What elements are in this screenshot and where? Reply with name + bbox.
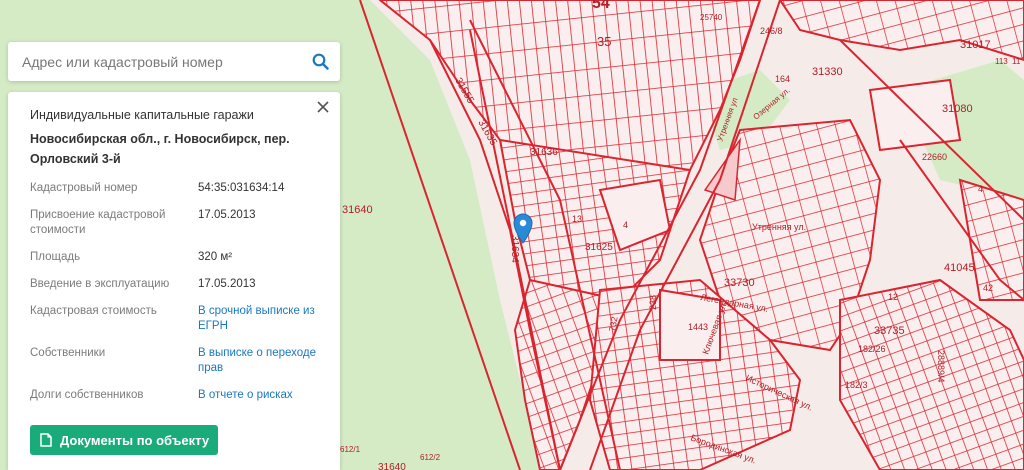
row-label: Долги собственников (30, 389, 144, 401)
map-label: 238 (648, 295, 658, 310)
map-label: 12 (888, 292, 898, 302)
map-label: 612/2 (420, 453, 441, 462)
owner-debts-link[interactable]: В отчете о рисках (198, 388, 318, 403)
map-label: 25740 (700, 13, 723, 22)
map-label: Утренняя ул. (752, 222, 806, 232)
search-bar (8, 42, 340, 81)
map-label: 182/26 (858, 344, 886, 354)
info-row-owners: Собственники В выписке о переходе прав (30, 346, 318, 376)
row-label: Введение в эксплуатацию (30, 278, 170, 290)
map-label: 31640 (342, 204, 373, 216)
map-label: 22660 (922, 152, 947, 162)
map-label: 612/1 (340, 445, 361, 454)
object-info-panel: Индивидуальные капитальные гаражи Новоси… (8, 92, 340, 470)
row-value: 54:35:031634:14 (198, 182, 285, 194)
row-value: 320 м² (198, 251, 233, 263)
info-row-commissioning: Введение в эксплуатацию 17.05.2013 (30, 277, 318, 292)
row-label: Кадастровый номер (30, 182, 138, 194)
map-label: 35 (597, 34, 611, 49)
row-value: 17.05.2013 (198, 278, 256, 290)
map-label: 31625 (585, 242, 613, 253)
map-label: 33735 (874, 325, 905, 337)
map-label: 11 (1012, 57, 1021, 66)
object-address: Новосибирская обл., г. Новосибирск, пер.… (30, 132, 290, 166)
info-row-area: Площадь 320 м² (30, 250, 318, 265)
map-label: 113 (995, 57, 1008, 66)
search-button[interactable] (300, 42, 340, 81)
info-row-cadastral-value: Кадастровая стоимость В срочной выписке … (30, 304, 318, 334)
object-type: Индивидуальные капитальные гаражи (30, 108, 254, 122)
map-label: 42 (983, 283, 993, 293)
owners-link[interactable]: В выписке о переходе прав (198, 346, 318, 376)
map-label: 31636 (530, 147, 558, 158)
row-label: Присвоение кадастровой стоимости (30, 209, 166, 236)
map-label: 4 (978, 184, 983, 194)
map-label: 13 (572, 214, 582, 224)
map-label: 31330 (812, 66, 843, 78)
row-label: Площадь (30, 251, 81, 263)
close-button[interactable] (314, 98, 332, 116)
info-row-valuation-date: Присвоение кадастровой стоимости 17.05.2… (30, 208, 318, 238)
info-row-cadastral-number: Кадастровый номер 54:35:031634:14 (30, 181, 318, 196)
map-label: 31634 (509, 235, 520, 263)
cadastral-value-link[interactable]: В срочной выписке из ЕГРН (198, 304, 318, 334)
map-label: 31017 (960, 39, 991, 51)
document-icon (40, 433, 52, 447)
documents-button[interactable]: Документы по объекту (30, 425, 218, 455)
map-label: 4 (623, 220, 628, 230)
map-label: 246/8 (760, 26, 783, 36)
map-label: 1443 (688, 322, 708, 332)
close-icon (317, 101, 329, 113)
row-value: 17.05.2013 (198, 209, 256, 221)
row-label: Собственники (30, 347, 106, 359)
documents-button-label: Документы по объекту (60, 432, 210, 448)
search-icon (312, 53, 329, 70)
map-label: 31080 (942, 103, 973, 115)
map-label: 41045 (944, 262, 975, 274)
map-label: 31640 (378, 462, 406, 470)
map-label: 28889/4 (936, 350, 946, 383)
map-label: 54 (592, 0, 610, 12)
info-rows: Кадастровый номер 54:35:031634:14 Присво… (30, 181, 318, 403)
row-label: Кадастровая стоимость (30, 305, 157, 317)
map-label: 33730 (724, 277, 755, 289)
info-row-owner-debts: Долги собственников В отчете о рисках (30, 388, 318, 403)
search-input[interactable] (8, 42, 300, 81)
map-label: 164 (775, 74, 790, 84)
map-label: 182/3 (845, 380, 868, 390)
